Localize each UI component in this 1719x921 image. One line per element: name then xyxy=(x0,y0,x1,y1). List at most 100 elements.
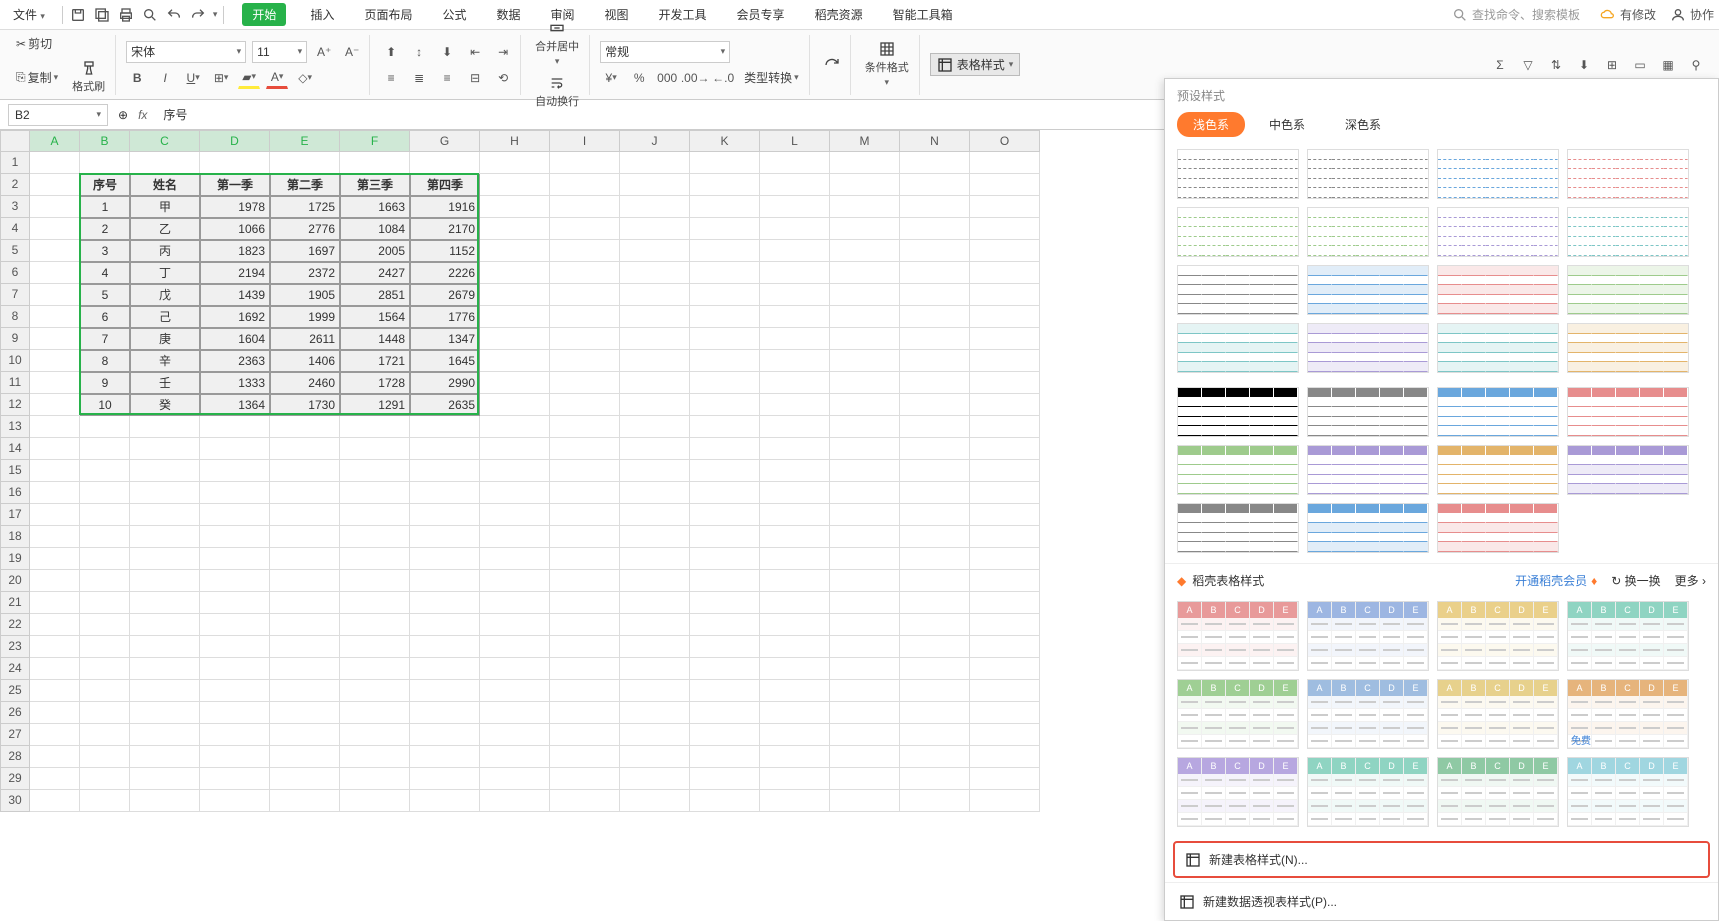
cell[interactable] xyxy=(690,548,760,570)
cell[interactable] xyxy=(620,526,690,548)
cell[interactable] xyxy=(690,394,760,416)
cell[interactable]: 1152 xyxy=(410,240,480,262)
save-icon[interactable] xyxy=(69,6,87,24)
style-thumbnail[interactable] xyxy=(1307,265,1429,315)
cell[interactable] xyxy=(550,636,620,658)
cell[interactable] xyxy=(830,548,900,570)
cell[interactable] xyxy=(550,152,620,174)
row-header[interactable]: 1 xyxy=(0,152,30,174)
docer-thumbnail[interactable]: ABCDE xyxy=(1177,601,1299,671)
cell[interactable] xyxy=(900,746,970,768)
col-header-L[interactable]: L xyxy=(760,130,830,152)
orientation-icon[interactable]: ⟲ xyxy=(492,67,514,89)
cell[interactable] xyxy=(130,746,200,768)
cell[interactable] xyxy=(690,702,760,724)
col-header-N[interactable]: N xyxy=(900,130,970,152)
col-header-M[interactable]: M xyxy=(830,130,900,152)
cell[interactable] xyxy=(690,350,760,372)
type-convert-button[interactable]: 类型转换▾ xyxy=(740,67,803,88)
cell[interactable] xyxy=(830,152,900,174)
cell[interactable] xyxy=(620,482,690,504)
cell[interactable]: 2635 xyxy=(410,394,480,416)
cell[interactable] xyxy=(900,152,970,174)
cell[interactable] xyxy=(200,526,270,548)
cell[interactable] xyxy=(550,570,620,592)
cell[interactable]: 癸 xyxy=(130,394,200,416)
col-header-H[interactable]: H xyxy=(480,130,550,152)
cell[interactable] xyxy=(270,614,340,636)
docer-thumbnail[interactable]: ABCDE xyxy=(1177,679,1299,749)
cell[interactable] xyxy=(480,790,550,812)
cell[interactable] xyxy=(760,526,830,548)
style-thumbnail[interactable] xyxy=(1567,445,1689,495)
cell[interactable] xyxy=(900,592,970,614)
cell[interactable] xyxy=(620,702,690,724)
cell[interactable] xyxy=(480,416,550,438)
cell[interactable] xyxy=(830,746,900,768)
cell[interactable] xyxy=(620,680,690,702)
cell[interactable] xyxy=(130,548,200,570)
name-box[interactable]: B2▾ xyxy=(8,104,108,126)
cell[interactable] xyxy=(480,328,550,350)
cell[interactable] xyxy=(550,482,620,504)
cell[interactable] xyxy=(30,680,80,702)
cell[interactable] xyxy=(690,372,760,394)
cell[interactable] xyxy=(130,592,200,614)
filter-icon[interactable]: ▽ xyxy=(1517,54,1539,76)
style-thumbnail[interactable] xyxy=(1437,387,1559,437)
cell[interactable]: 10 xyxy=(80,394,130,416)
table-style-button[interactable]: 表格样式▾ xyxy=(930,53,1021,76)
cell[interactable] xyxy=(200,548,270,570)
cell[interactable] xyxy=(760,548,830,570)
cell[interactable] xyxy=(900,262,970,284)
cell[interactable] xyxy=(760,394,830,416)
cell[interactable] xyxy=(30,328,80,350)
tab-会员专享[interactable]: 会员专享 xyxy=(731,3,791,26)
cell[interactable] xyxy=(30,768,80,790)
cell[interactable] xyxy=(130,702,200,724)
cell[interactable] xyxy=(340,614,410,636)
row-header[interactable]: 19 xyxy=(0,548,30,570)
cell[interactable]: 2363 xyxy=(200,350,270,372)
row-header[interactable]: 4 xyxy=(0,218,30,240)
cell[interactable] xyxy=(270,438,340,460)
row-header[interactable]: 7 xyxy=(0,284,30,306)
cell[interactable] xyxy=(690,680,760,702)
cell[interactable] xyxy=(690,328,760,350)
cell[interactable] xyxy=(550,174,620,196)
cell[interactable] xyxy=(200,614,270,636)
font-size-select[interactable]: 11▾ xyxy=(252,41,307,63)
cell[interactable] xyxy=(550,284,620,306)
cell[interactable] xyxy=(760,482,830,504)
cell[interactable] xyxy=(80,504,130,526)
cell[interactable] xyxy=(30,460,80,482)
docer-thumbnail[interactable]: ABCDE xyxy=(1437,757,1559,827)
cell[interactable]: 1364 xyxy=(200,394,270,416)
cell[interactable] xyxy=(830,526,900,548)
row-header[interactable]: 13 xyxy=(0,416,30,438)
cell[interactable] xyxy=(80,768,130,790)
cell[interactable] xyxy=(270,746,340,768)
conditional-format-button[interactable]: 条件格式▾ xyxy=(861,39,913,90)
cut-button[interactable]: ✂ 剪切 xyxy=(12,33,56,54)
style-thumbnail[interactable] xyxy=(1437,323,1559,373)
cell[interactable] xyxy=(410,680,480,702)
cell[interactable] xyxy=(130,438,200,460)
font-color-button[interactable]: A▾ xyxy=(266,67,288,89)
align-center-icon[interactable]: ≣ xyxy=(408,67,430,89)
cell[interactable] xyxy=(340,438,410,460)
cell[interactable] xyxy=(130,790,200,812)
cell[interactable] xyxy=(550,240,620,262)
row-header[interactable]: 3 xyxy=(0,196,30,218)
cell[interactable] xyxy=(340,702,410,724)
cell[interactable] xyxy=(30,790,80,812)
cell[interactable] xyxy=(690,526,760,548)
cell[interactable] xyxy=(900,790,970,812)
cell[interactable] xyxy=(130,460,200,482)
cell[interactable] xyxy=(200,790,270,812)
print-icon[interactable] xyxy=(117,6,135,24)
cell[interactable] xyxy=(830,416,900,438)
cell[interactable] xyxy=(760,614,830,636)
cell[interactable] xyxy=(970,592,1040,614)
cell[interactable] xyxy=(900,350,970,372)
